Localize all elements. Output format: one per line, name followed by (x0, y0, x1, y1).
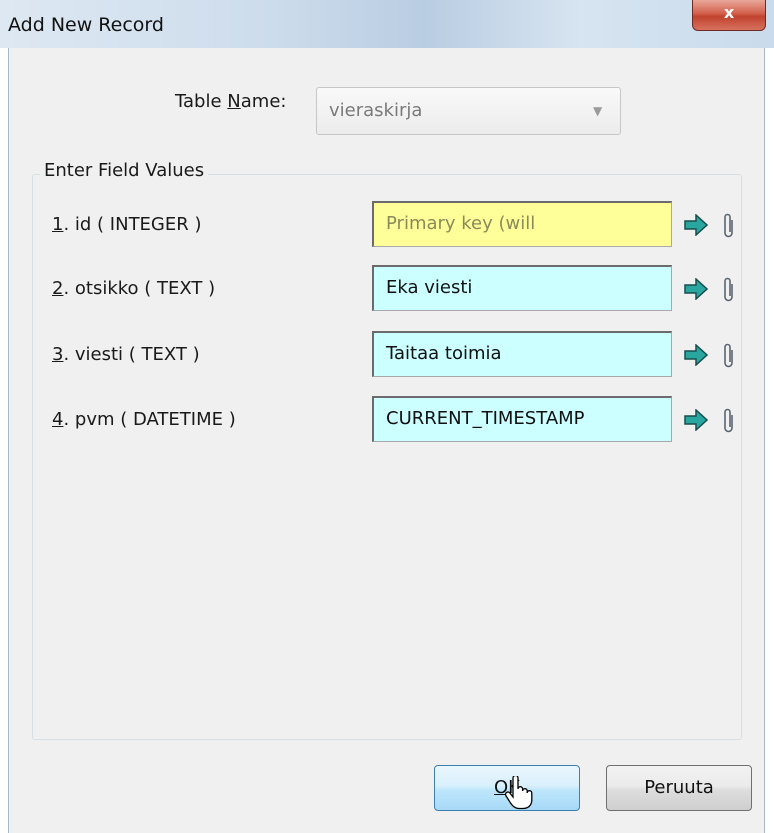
right-arrow-icon[interactable] (684, 278, 708, 300)
close-button[interactable]: x (692, 0, 766, 31)
right-arrow-icon[interactable] (684, 344, 708, 366)
right-arrow-icon[interactable] (684, 409, 708, 431)
field-row-viesti: 3. viesti ( TEXT ) Taitaa toimia (0, 331, 774, 381)
hand-cursor-icon (504, 776, 533, 810)
field-label-id: 1. id ( INTEGER ) (52, 214, 202, 235)
field-input-viesti[interactable]: Taitaa toimia (372, 331, 672, 377)
paperclip-icon[interactable] (722, 341, 736, 369)
title-bar: Add New Record x (0, 0, 774, 48)
field-row-pvm: 4. pvm ( DATETIME ) CURRENT_TIMESTAMP (0, 396, 774, 446)
paperclip-icon[interactable] (722, 275, 736, 303)
field-input-otsikko[interactable]: Eka viesti (372, 265, 672, 311)
field-input-id[interactable]: Primary key (will (372, 201, 672, 247)
table-name-value: vieraskirja (329, 100, 423, 121)
right-arrow-icon[interactable] (684, 214, 708, 236)
paperclip-icon[interactable] (722, 406, 736, 434)
field-values-group (32, 174, 742, 740)
group-legend: Enter Field Values (40, 160, 209, 181)
field-label-viesti: 3. viesti ( TEXT ) (52, 344, 200, 365)
field-input-pvm[interactable]: CURRENT_TIMESTAMP (372, 396, 672, 442)
table-name-label: Table Name: (175, 91, 287, 112)
paperclip-icon[interactable] (722, 211, 736, 239)
field-label-pvm: 4. pvm ( DATETIME ) (52, 409, 236, 430)
field-label-otsikko: 2. otsikko ( TEXT ) (52, 278, 216, 299)
window-title: Add New Record (8, 14, 164, 36)
chevron-down-icon: ▼ (593, 104, 603, 118)
field-row-id: 1. id ( INTEGER ) Primary key (will (0, 201, 774, 251)
close-icon: x (723, 3, 735, 22)
field-row-otsikko: 2. otsikko ( TEXT ) Eka viesti (0, 265, 774, 315)
table-name-select[interactable]: vieraskirja ▼ (316, 87, 621, 135)
cancel-button[interactable]: Peruuta (606, 765, 752, 811)
